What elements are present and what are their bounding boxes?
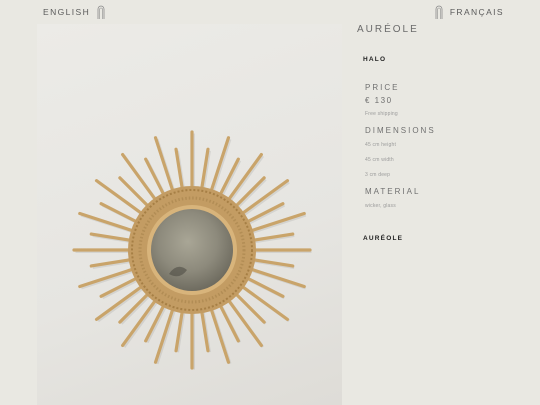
price-value: € 130 [365, 96, 393, 105]
price-label: PRICE [365, 83, 400, 92]
dimension-height: 45 cm height [365, 142, 397, 148]
mirror-ray [225, 296, 263, 348]
product-subtitle: HALO [363, 56, 387, 63]
language-french-link[interactable]: FRANÇAIS [435, 5, 504, 19]
mirror-ray [94, 179, 146, 217]
product-info: AURÉOLE HALO PRICE € 130 Free shipping D… [357, 24, 527, 242]
mirror-ray [118, 176, 152, 210]
material-label: MATERIAL [365, 187, 421, 196]
collection-link[interactable]: AURÉOLE [363, 235, 527, 242]
arch-icon [97, 5, 105, 19]
language-english-link[interactable]: ENGLISH [43, 5, 105, 19]
language-french-label: FRANÇAIS [449, 7, 504, 17]
language-english-label: ENGLISH [43, 7, 91, 17]
sunburst-mirror-image [72, 130, 312, 370]
shipping-note: Free shipping [365, 111, 398, 117]
mirror-ray [121, 152, 159, 204]
dimension-width: 45 cm width [365, 157, 394, 163]
product-photo [37, 24, 342, 405]
mirror-ray [232, 290, 266, 324]
mirror-ray [238, 283, 290, 321]
arch-icon [435, 5, 443, 19]
dimension-depth: 3 cm deep [365, 172, 391, 178]
dimensions-label: DIMENSIONS [365, 126, 436, 135]
material-value: wicker, glass [365, 203, 396, 209]
price-section: PRICE € 130 Free shipping DIMENSIONS 45 … [365, 83, 527, 209]
product-title: AURÉOLE [357, 24, 419, 35]
